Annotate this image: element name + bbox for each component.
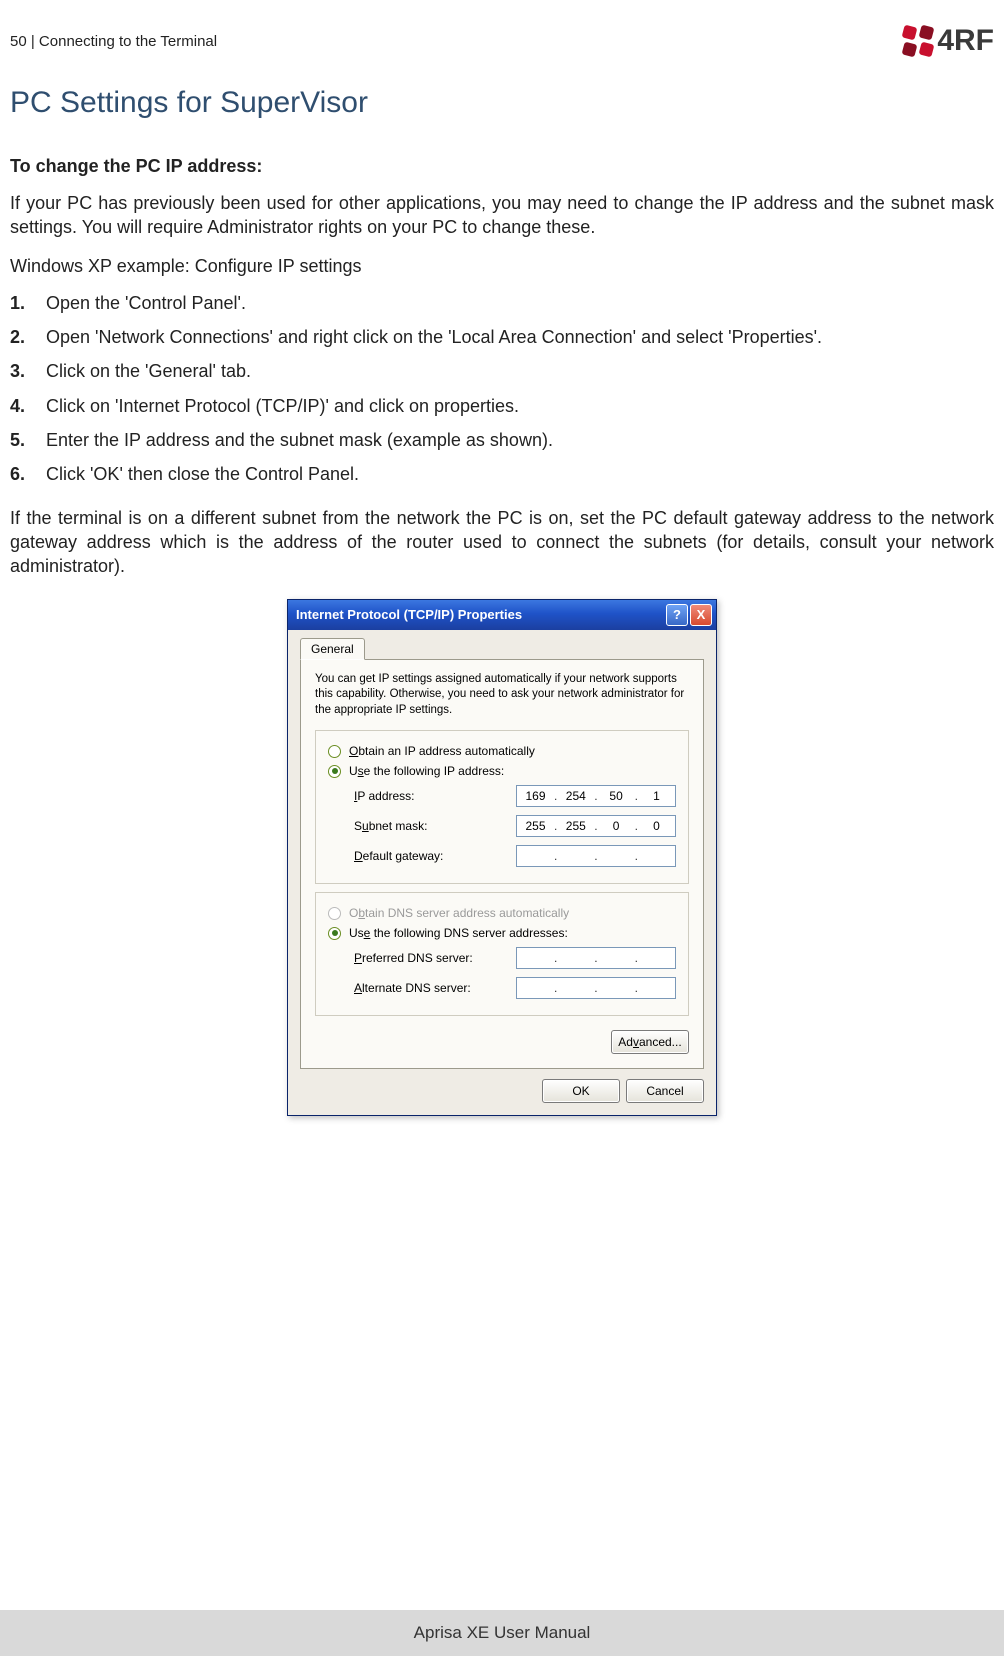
- header-sep: |: [27, 33, 39, 50]
- radio-icon-selected: [328, 927, 341, 940]
- note-paragraph: If the terminal is on a different subnet…: [10, 506, 994, 579]
- dialog-titlebar[interactable]: Internet Protocol (TCP/IP) Properties ? …: [288, 600, 716, 630]
- radio-obtain-ip[interactable]: Obtain an IP address automatically: [328, 741, 676, 761]
- default-gateway-input[interactable]: . . .: [516, 845, 676, 867]
- page-footer: Aprisa XE User Manual: [0, 1610, 1004, 1656]
- dns-fieldset: Obtain DNS server address automatically …: [315, 892, 689, 1016]
- ip-address-label: IP address:: [354, 789, 415, 803]
- step-item: Open the 'Control Panel'.: [10, 286, 994, 320]
- intro-paragraph-1: If your PC has previously been used for …: [10, 191, 994, 240]
- page-header: 50 | Connecting to the Terminal 4RF: [10, 24, 994, 58]
- step-item: Click on the 'General' tab.: [10, 354, 994, 388]
- radio-label: Obtain an IP address automatically: [349, 744, 535, 758]
- page-title: PC Settings for SuperVisor: [10, 86, 994, 120]
- radio-icon: [328, 745, 341, 758]
- radio-label: Use the following DNS server addresses:: [349, 926, 568, 940]
- brand-logo: 4RF: [903, 24, 994, 58]
- logo-text: 4RF: [937, 24, 994, 58]
- cancel-button[interactable]: Cancel: [626, 1079, 704, 1103]
- radio-icon-disabled: [328, 907, 341, 920]
- tab-general[interactable]: General: [300, 638, 365, 660]
- close-icon: X: [697, 607, 706, 622]
- step-item: Click on 'Internet Protocol (TCP/IP)' an…: [10, 389, 994, 423]
- radio-use-ip[interactable]: Use the following IP address:: [328, 761, 676, 781]
- preferred-dns-label: Preferred DNS server:: [354, 951, 473, 965]
- radio-label: Obtain DNS server address automatically: [349, 906, 569, 920]
- radio-icon-selected: [328, 765, 341, 778]
- close-button[interactable]: X: [690, 604, 712, 626]
- page-number: 50: [10, 33, 27, 50]
- step-item: Enter the IP address and the subnet mask…: [10, 423, 994, 457]
- radio-obtain-dns: Obtain DNS server address automatically: [328, 903, 676, 923]
- help-icon: ?: [673, 607, 681, 622]
- dialog-title: Internet Protocol (TCP/IP) Properties: [296, 607, 522, 622]
- radio-use-dns[interactable]: Use the following DNS server addresses:: [328, 923, 676, 943]
- subnet-mask-label: Subnet mask:: [354, 819, 427, 833]
- lead-heading: To change the PC IP address:: [10, 156, 994, 177]
- ip-address-input[interactable]: 169. 254. 50. 1: [516, 785, 676, 807]
- radio-label: Use the following IP address:: [349, 764, 504, 778]
- logo-icon: [903, 26, 933, 56]
- header-crumb: 50 | Connecting to the Terminal: [10, 33, 217, 50]
- ip-fieldset: Obtain an IP address automatically Use t…: [315, 730, 689, 884]
- default-gateway-label: Default gateway:: [354, 849, 443, 863]
- preferred-dns-input[interactable]: . . .: [516, 947, 676, 969]
- subnet-mask-input[interactable]: 255. 255. 0. 0: [516, 815, 676, 837]
- step-item: Open 'Network Connections' and right cli…: [10, 320, 994, 354]
- ok-button[interactable]: OK: [542, 1079, 620, 1103]
- footer-text: Aprisa XE User Manual: [414, 1623, 591, 1643]
- help-button[interactable]: ?: [666, 604, 688, 626]
- steps-list: Open the 'Control Panel'. Open 'Network …: [10, 286, 994, 492]
- advanced-button[interactable]: Advanced...: [611, 1030, 689, 1054]
- tcpip-properties-dialog: Internet Protocol (TCP/IP) Properties ? …: [287, 599, 717, 1117]
- intro-paragraph-2: Windows XP example: Configure IP setting…: [10, 254, 994, 278]
- header-section: Connecting to the Terminal: [39, 33, 217, 50]
- alternate-dns-label: Alternate DNS server:: [354, 981, 471, 995]
- alternate-dns-input[interactable]: . . .: [516, 977, 676, 999]
- dialog-note: You can get IP settings assigned automat…: [315, 672, 689, 719]
- step-item: Click 'OK' then close the Control Panel.: [10, 457, 994, 491]
